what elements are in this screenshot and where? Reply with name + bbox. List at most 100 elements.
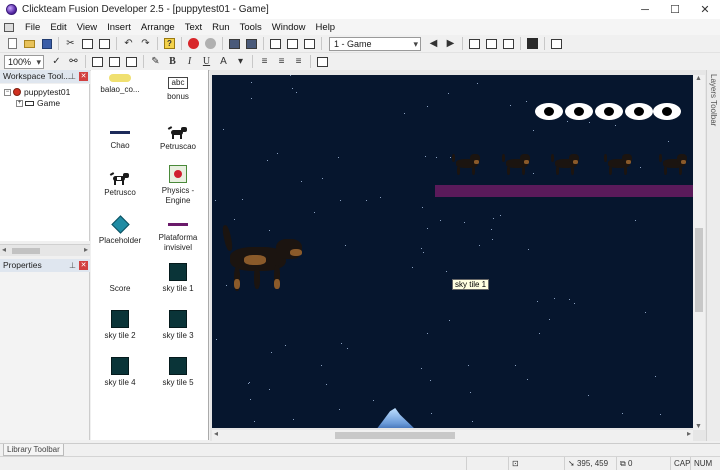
open-button[interactable] — [23, 37, 37, 51]
save-button[interactable] — [40, 37, 54, 51]
menu-insert[interactable]: Insert — [102, 22, 136, 33]
menu-run[interactable]: Run — [207, 22, 234, 33]
next-frame-button[interactable]: ▶ — [444, 37, 458, 51]
scrollbar-thumb[interactable] — [335, 432, 455, 439]
iceberg-sprite[interactable] — [376, 408, 416, 428]
undo-button[interactable]: ↶ — [122, 37, 136, 51]
pin-icon[interactable]: ⊥ — [69, 259, 76, 272]
maximize-button[interactable]: ☐ — [660, 0, 690, 19]
object-item[interactable]: sky tile 3 — [149, 307, 207, 353]
pin-icon[interactable]: ⊥ — [69, 70, 76, 83]
menu-tools[interactable]: Tools — [235, 22, 267, 33]
show-grid-button[interactable] — [91, 55, 105, 69]
system-menu-icon[interactable] — [4, 22, 14, 32]
editor-vertical-scrollbar[interactable]: ▲ ▼ — [693, 75, 705, 430]
align-button[interactable] — [468, 37, 482, 51]
scrollbar-thumb[interactable] — [695, 228, 703, 312]
object-item[interactable]: sky tile 2 — [91, 307, 149, 353]
copy-button[interactable] — [81, 37, 95, 51]
scroll-left-icon[interactable]: ◂ — [214, 429, 218, 438]
score-eye-sprite[interactable] — [595, 103, 623, 120]
scroll-left-icon[interactable]: ◂ — [2, 245, 6, 254]
bold-button[interactable]: B — [166, 55, 180, 69]
grid-setup-button[interactable] — [550, 37, 564, 51]
object-item[interactable]: Plataforma invisivel — [149, 212, 207, 258]
new-button[interactable] — [6, 37, 20, 51]
score-eye-sprite[interactable] — [565, 103, 593, 120]
object-item[interactable]: balao_co... — [91, 74, 149, 120]
object-item[interactable]: Petruscao — [149, 120, 207, 166]
puppy-sprite[interactable] — [551, 151, 581, 176]
link-button[interactable]: ⚯ — [67, 55, 81, 69]
snap-grid-button[interactable] — [108, 55, 122, 69]
platform-object[interactable] — [435, 185, 693, 197]
library-toolbar-tab[interactable]: Library Toolbar — [0, 443, 720, 456]
menu-file[interactable]: File — [20, 22, 45, 33]
layer-button[interactable] — [125, 55, 139, 69]
score-eye-sprite[interactable] — [625, 103, 653, 120]
object-item[interactable]: Physics - Engine — [149, 162, 207, 208]
frame-select[interactable]: 1 - Game — [329, 36, 421, 51]
run-application-button[interactable] — [187, 37, 201, 51]
zoom-fit-button[interactable]: ✓ — [50, 55, 64, 69]
expand-icon[interactable]: + — [16, 99, 23, 107]
object-item[interactable]: Score — [91, 260, 149, 306]
text-color-button[interactable]: A — [217, 55, 231, 69]
order-button[interactable] — [502, 37, 516, 51]
menu-help[interactable]: Help — [311, 22, 341, 33]
player-dog-sprite[interactable] — [221, 224, 306, 293]
tree-item-application[interactable]: − puppytest01 — [4, 87, 70, 97]
menu-text[interactable]: Text — [180, 22, 207, 33]
paste-button[interactable] — [98, 37, 112, 51]
tree-item-frame[interactable]: + Game — [16, 98, 60, 108]
score-eye-sprite[interactable] — [653, 103, 681, 120]
puppy-sprite[interactable] — [452, 151, 482, 176]
score-eye-sprite[interactable] — [535, 103, 563, 120]
menu-window[interactable]: Window — [267, 22, 311, 33]
object-item[interactable]: sky tile 5 — [149, 354, 207, 400]
menu-arrange[interactable]: Arrange — [136, 22, 180, 33]
align-right-button[interactable]: ≡ — [292, 55, 306, 69]
object-item[interactable]: Chao — [91, 120, 149, 166]
object-item[interactable]: sky tile 1 — [149, 260, 207, 306]
puppy-sprite[interactable] — [502, 151, 532, 176]
data-elements-button[interactable] — [303, 37, 317, 51]
workspace-scrollbar[interactable]: ◂ ▸ — [0, 244, 90, 256]
underline-button[interactable]: U — [200, 55, 214, 69]
scrollbar-thumb[interactable] — [12, 248, 40, 254]
close-button[interactable]: ✕ — [690, 0, 720, 19]
scroll-up-icon[interactable]: ▲ — [695, 75, 702, 82]
distribute-button[interactable] — [485, 37, 499, 51]
menu-view[interactable]: View — [72, 22, 102, 33]
layers-toolbar-tab[interactable]: Layers Toolbar — [706, 70, 720, 441]
scroll-right-icon[interactable]: ▸ — [687, 429, 691, 438]
event-editor-button[interactable] — [269, 37, 283, 51]
run-frame-button[interactable] — [204, 37, 218, 51]
font-color-dropdown[interactable]: ▾ — [234, 55, 248, 69]
help-button[interactable]: ? — [163, 37, 177, 51]
storyboard-editor-button[interactable] — [228, 37, 242, 51]
scroll-right-icon[interactable]: ▸ — [84, 245, 88, 254]
editor-horizontal-scrollbar[interactable]: ◂ ▸ — [212, 429, 693, 441]
close-icon[interactable]: ✕ — [79, 72, 88, 81]
minimize-button[interactable]: ─ — [630, 0, 660, 19]
cut-button[interactable]: ✂ — [64, 37, 78, 51]
fill-button[interactable] — [526, 37, 540, 51]
puppy-sprite[interactable] — [604, 151, 634, 176]
close-icon[interactable]: ✕ — [79, 261, 88, 270]
object-item[interactable]: sky tile 4 — [91, 354, 149, 400]
scroll-down-icon[interactable]: ▼ — [695, 423, 702, 430]
event-list-button[interactable] — [286, 37, 300, 51]
frame-editor-button[interactable] — [245, 37, 259, 51]
menu-edit[interactable]: Edit — [45, 22, 71, 33]
frame-canvas[interactable]: sky tile 1 — [212, 75, 693, 428]
prev-frame-button[interactable]: ◀ — [427, 37, 441, 51]
object-item[interactable]: abc bonus — [149, 74, 207, 120]
italic-button[interactable]: I — [183, 55, 197, 69]
paint-button[interactable]: ✎ — [149, 55, 163, 69]
collapse-icon[interactable]: − — [4, 88, 11, 96]
text-frame-button[interactable] — [316, 55, 330, 69]
object-item[interactable]: Petrusco — [91, 166, 149, 212]
align-center-button[interactable]: ≡ — [275, 55, 289, 69]
zoom-select[interactable]: 100% — [4, 54, 44, 69]
